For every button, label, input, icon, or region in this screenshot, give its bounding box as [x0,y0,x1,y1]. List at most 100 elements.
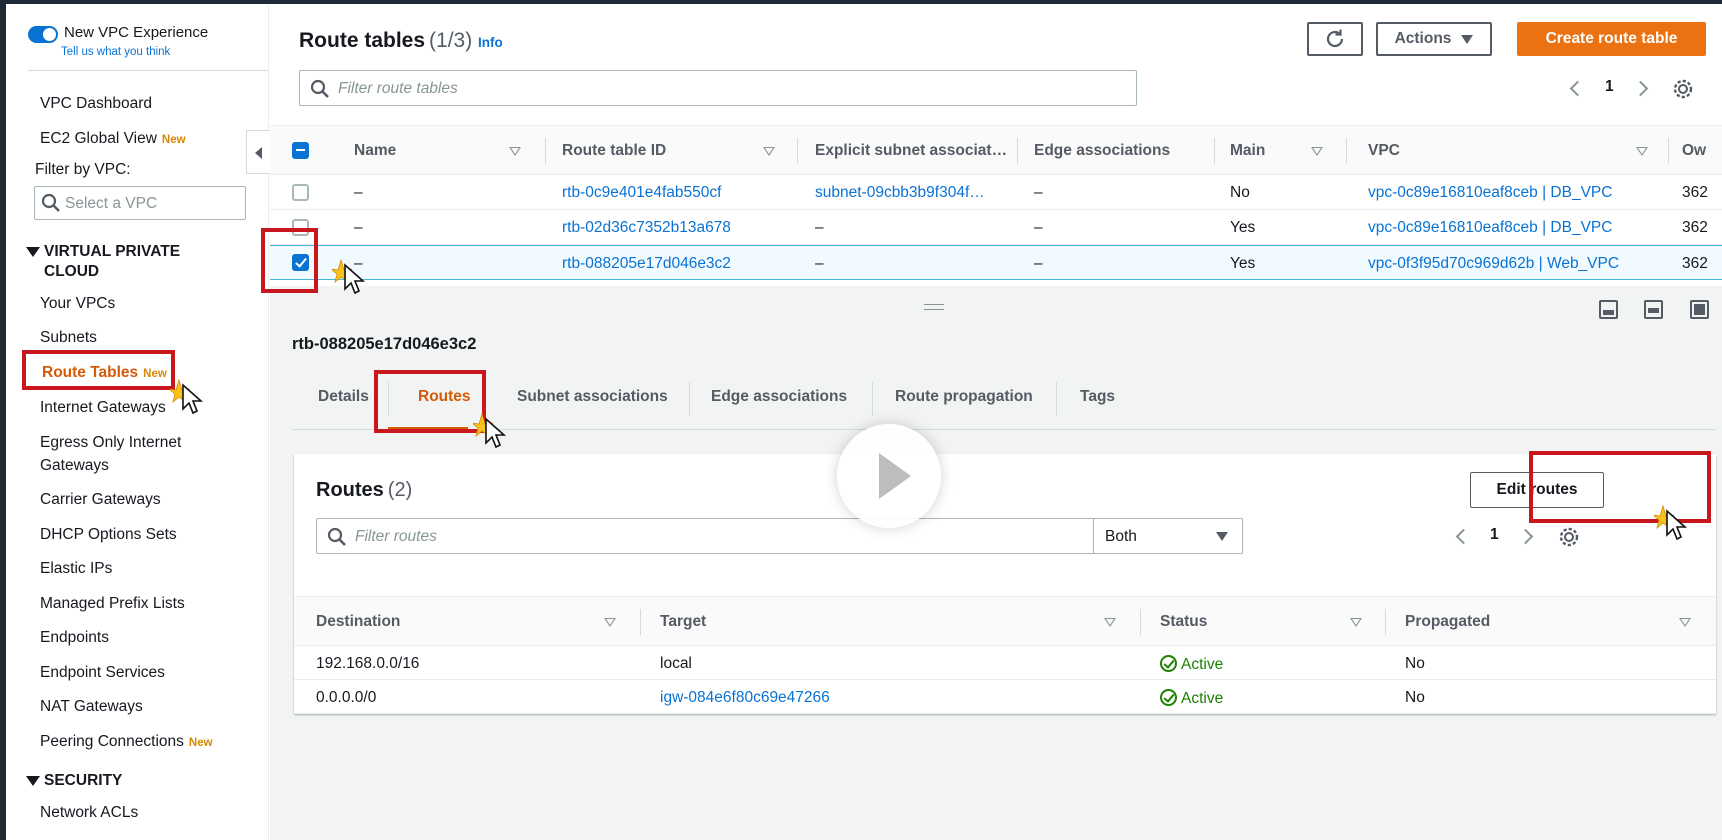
status-ok-icon [1160,655,1177,672]
sidebar-item-managed-prefix-lists[interactable]: Managed Prefix Lists [40,594,185,614]
vpc-link[interactable]: vpc-0c89e16810eaf8ceb | DB_VPC [1368,219,1612,237]
column-header-explicit-subnet-associations[interactable]: Explicit subnet associat… [815,142,1007,160]
info-link[interactable]: Info [478,35,503,50]
tab-subnet-associations[interactable]: Subnet associations [517,388,668,406]
sidebar-item-your-vpcs[interactable]: Your VPCs [40,294,115,314]
sidebar-item-label: Egress Only Internet Gateways [40,434,182,474]
prev-page-icon[interactable] [1455,528,1472,545]
column-separator [1017,138,1018,164]
sidebar-item-internet-gateways[interactable]: Internet Gateways [40,398,166,418]
routes-title: Routes (2) [316,479,412,502]
vpc-link[interactable]: vpc-0c89e16810eaf8ceb | DB_VPC [1368,184,1612,202]
status-ok-icon [1160,689,1177,706]
vpc-link[interactable]: vpc-0f3f95d70c969d62b | Web_VPC [1368,255,1619,273]
sidebar-item-endpoint-services[interactable]: Endpoint Services [40,663,165,683]
settings-gear-icon[interactable] [1672,78,1694,105]
vpc-filter-select[interactable]: Select a VPC [34,186,246,220]
page-number[interactable]: 1 [1490,526,1499,544]
route-filter-value: Both [1105,528,1137,545]
split-panel-full-icon[interactable] [1690,300,1709,319]
column-header-status[interactable]: Status [1160,613,1207,631]
sidebar-item-peering-connections[interactable]: Peering Connections New [40,732,213,753]
new-vpc-experience-toggle[interactable] [28,26,58,43]
page-number[interactable]: 1 [1605,78,1614,96]
routes-search-input[interactable]: Filter routes [316,518,1154,554]
split-panel-resize-handle[interactable] [924,304,944,310]
sidebar-item-dhcp-options-sets[interactable]: DHCP Options Sets [40,525,177,545]
tab-details[interactable]: Details [318,388,369,406]
internet-gateway-link[interactable]: igw-084e6f80c69e47266 [660,689,830,707]
sort-icon[interactable] [509,147,521,156]
refresh-icon [1326,29,1344,48]
sort-icon[interactable] [604,618,616,627]
caret-down-icon [1216,532,1228,541]
column-header-name[interactable]: Name [354,142,396,160]
row-edge: – [1034,219,1043,236]
sidebar-item-endpoints[interactable]: Endpoints [40,628,109,648]
table-row[interactable]: – rtb-02d36c7352b13a678 – – Yes vpc-0c89… [270,210,1722,245]
tab-tags[interactable]: Tags [1080,388,1115,406]
table-row[interactable]: – rtb-0c9e401e4fab550cf subnet-09cbb3b9f… [270,175,1722,210]
sidebar-item-egress-only-internet-gateways[interactable]: Egress Only Internet Gateways [40,431,220,477]
column-header-target[interactable]: Target [660,613,706,631]
page-title-text: Route tables [299,29,426,52]
column-header-main[interactable]: Main [1230,142,1265,160]
column-header-route-table-id[interactable]: Route table ID [562,142,666,160]
sidebar-item-elastic-ips[interactable]: Elastic IPs [40,559,112,579]
routes-card: Routes (2) Edit routes Filter routes Both… [294,454,1716,714]
route-table-id-link[interactable]: rtb-0c9e401e4fab550cf [562,184,721,202]
route-table-id-link[interactable]: rtb-088205e17d046e3c2 [562,255,731,273]
prev-page-icon[interactable] [1569,80,1586,97]
sort-icon[interactable] [763,147,775,156]
column-separator [1214,138,1215,164]
sidebar-item-nat-gateways[interactable]: NAT Gateways [40,697,143,717]
select-all-checkbox[interactable] [292,142,309,159]
sidebar-item-vpc-dashboard[interactable]: VPC Dashboard [40,94,152,114]
video-play-button[interactable] [837,424,941,528]
column-header-edge-associations[interactable]: Edge associations [1034,142,1170,160]
new-badge: New [161,134,186,146]
column-header-propagated[interactable]: Propagated [1405,613,1490,631]
tab-route-propagation[interactable]: Route propagation [895,388,1033,406]
sidebar-item-network-acls[interactable]: Network ACLs [40,803,138,823]
search-icon [41,193,61,218]
collapse-sidebar-button[interactable] [246,130,270,174]
route-filter-select[interactable]: Both [1093,518,1243,554]
column-header-destination[interactable]: Destination [316,613,400,631]
tab-edge-associations[interactable]: Edge associations [711,388,847,406]
create-route-table-button[interactable]: Create route table [1517,22,1706,56]
sidebar-item-ec2-global-view[interactable]: EC2 Global View New [40,129,186,150]
split-panel-side-icon[interactable] [1644,300,1663,319]
sidebar-item-subnets[interactable]: Subnets [40,328,97,348]
row-checkbox[interactable] [292,184,309,201]
sort-icon[interactable] [1350,618,1362,627]
table-row-selected[interactable]: – rtb-088205e17d046e3c2 – – Yes vpc-0f3f… [270,245,1722,280]
next-page-icon[interactable] [1632,80,1649,97]
route-status: Active [1160,655,1223,674]
column-separator [545,138,546,164]
sort-icon[interactable] [1679,618,1691,627]
route-target: local [660,655,692,672]
sidebar-item-label: Carrier Gateways [40,491,161,508]
subnet-association-link[interactable]: subnet-09cbb3b9f304f… [815,184,985,202]
row-edge: – [1034,184,1043,201]
column-header-vpc[interactable]: VPC [1368,142,1400,160]
route-tables-search-input[interactable]: Filter route tables [299,70,1137,106]
routes-count: (2) [387,479,413,501]
feedback-link[interactable]: Tell us what you think [61,46,170,58]
next-page-icon[interactable] [1517,528,1534,545]
settings-gear-icon[interactable] [1558,526,1580,553]
route-table-id-link[interactable]: rtb-02d36c7352b13a678 [562,219,731,237]
sidebar-item-label: VPC Dashboard [40,95,153,112]
sort-icon[interactable] [1104,618,1116,627]
sort-icon[interactable] [1311,147,1323,156]
route-tables-panel: Route tables (1/3) Info Actions Create ro… [270,4,1722,286]
sort-icon[interactable] [1636,147,1648,156]
split-panel-bottom-icon[interactable] [1599,300,1618,319]
column-header-owner[interactable]: Ow [1682,142,1706,160]
actions-button[interactable]: Actions [1376,22,1492,56]
route-row: 0.0.0.0/0 igw-084e6f80c69e47266 Active N… [294,680,1716,714]
sidebar-item-carrier-gateways[interactable]: Carrier Gateways [40,490,161,510]
routes-title-text: Routes [316,479,384,501]
refresh-button[interactable] [1307,22,1363,56]
